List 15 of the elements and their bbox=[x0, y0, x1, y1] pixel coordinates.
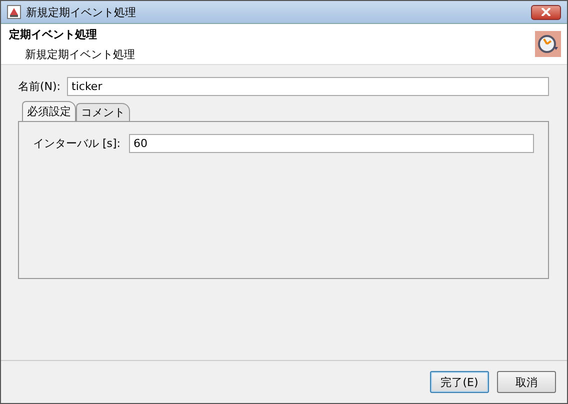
interval-field[interactable]: 60 bbox=[128, 134, 534, 153]
clock-icon bbox=[535, 31, 561, 57]
interval-label: インターバル [s]: bbox=[33, 136, 121, 151]
app-icon bbox=[7, 5, 21, 19]
header-title: 定期イベント処理 bbox=[9, 26, 98, 42]
header-subtitle: 新規定期イベント処理 bbox=[24, 46, 136, 62]
close-icon bbox=[541, 8, 551, 16]
tab[interactable]: 必須設定 bbox=[22, 101, 76, 121]
close-button[interactable] bbox=[531, 4, 561, 20]
name-label: 名前(N): bbox=[18, 79, 61, 94]
window-title: 新規定期イベント処理 bbox=[26, 4, 137, 20]
dialog-button[interactable]: 完了(E) bbox=[430, 371, 489, 393]
tab[interactable]: コメント bbox=[76, 103, 130, 121]
name-field[interactable]: ticker bbox=[66, 77, 549, 96]
dialog-button[interactable]: 取消 bbox=[497, 371, 556, 393]
